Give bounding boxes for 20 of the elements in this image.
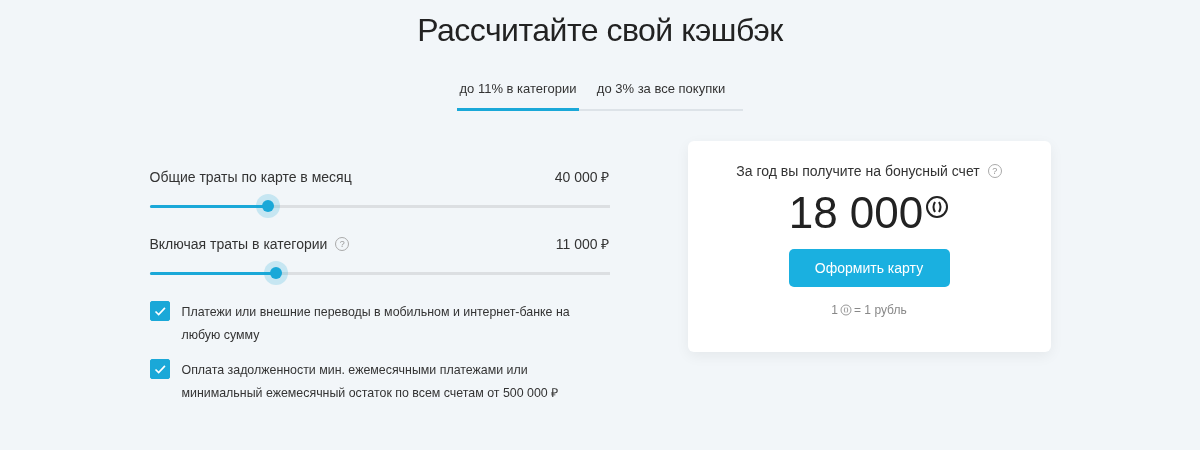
slider-label: Включая траты в категории	[149, 235, 328, 252]
checkbox[interactable]	[149, 359, 170, 379]
checkbox-label: Платежи или внешние переводы в мобильном и интернет-банке на любую сумму	[181, 304, 571, 344]
checkbox[interactable]	[149, 301, 170, 321]
tab[interactable]: до 11% в категории	[457, 71, 579, 111]
bonus-coin-icon	[840, 304, 853, 316]
result-caption: За год вы получите на бонусный счет	[736, 163, 980, 179]
bonus-coin-icon	[925, 195, 950, 219]
page-title: Рассчитайте свой кэшбэк	[417, 12, 783, 49]
rate-text: 1	[831, 303, 839, 317]
slider-thumb[interactable]	[255, 194, 280, 218]
bonus-amount: 18 000	[788, 187, 924, 239]
slider-value: 40 000 ₽	[554, 168, 610, 186]
rate-text: = 1 рубль	[854, 303, 907, 317]
checkbox-label: Оплата задолженности мин. ежемесячными платежами или минимальный ежемесячный остаток по всем счетам от 500 000 ₽	[181, 362, 560, 402]
apply-card-button[interactable]: Оформить карту	[788, 249, 950, 287]
tab[interactable]: до 3% за все покупки	[579, 71, 743, 111]
slider-value: 11 000 ₽	[555, 235, 610, 253]
slider-thumb[interactable]	[263, 261, 288, 285]
slider-label: Общие траты по карте в месяц	[149, 168, 352, 185]
